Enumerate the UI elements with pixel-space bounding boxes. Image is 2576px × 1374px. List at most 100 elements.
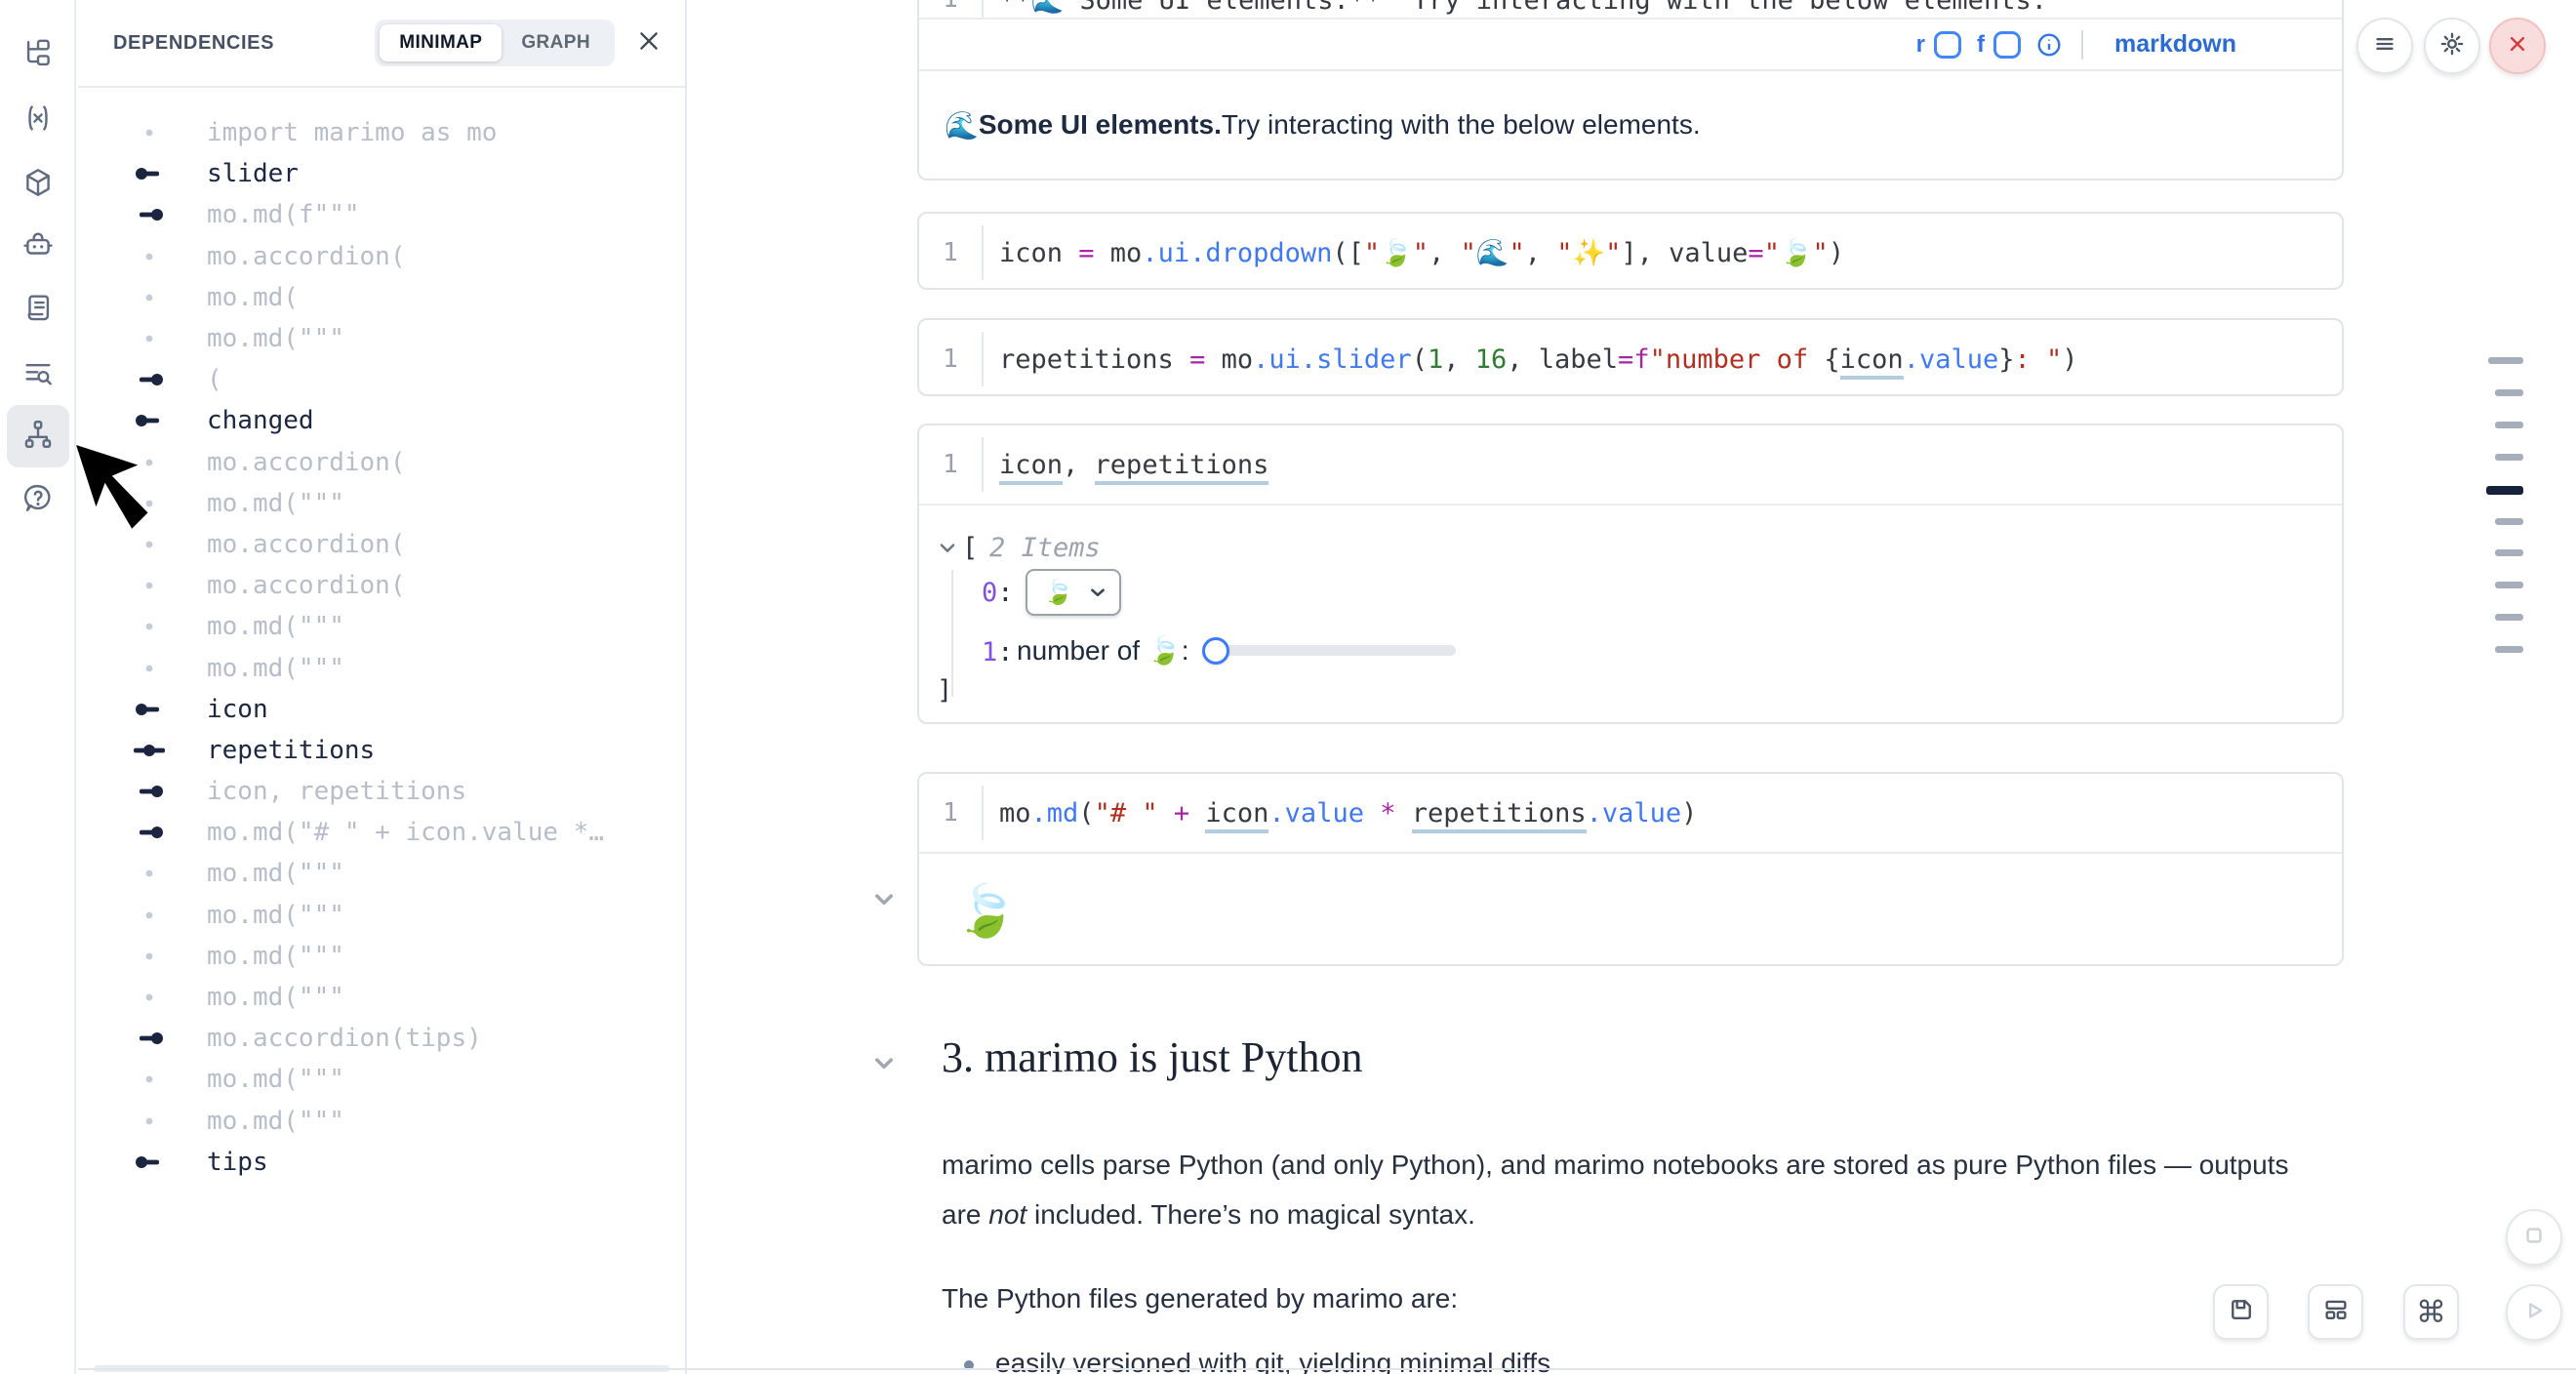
tree-open-bracket: [ — [962, 533, 978, 563]
dropdown-selected-value: 🍃 — [1043, 579, 1073, 607]
scroll-minimap-bar[interactable] — [2488, 357, 2523, 364]
scroll-minimap-bar[interactable] — [2495, 422, 2523, 428]
minimap-item-label: ( — [207, 365, 222, 394]
menu-button[interactable] — [2356, 18, 2413, 74]
f-checkbox-label: f — [1977, 31, 1985, 59]
minimap-item[interactable]: tips — [78, 1142, 685, 1183]
minimap-item-label: tips — [207, 1148, 268, 1177]
minimap-item[interactable]: mo.accordion(tips) — [78, 1018, 685, 1059]
minimap-item-label: mo.md("# " + icon.value *… — [207, 818, 604, 847]
line-number: 1 — [919, 798, 982, 828]
minimap-item[interactable]: slider — [78, 153, 685, 194]
minimap-item[interactable]: changed — [78, 400, 685, 441]
logs-button[interactable] — [7, 278, 69, 341]
code-line: **🌊 Some UI elements.** Try interacting … — [999, 0, 2047, 18]
minimap-item-label: icon — [207, 695, 268, 724]
left-icon-rail — [0, 0, 76, 1374]
marimo-app: DEPENDENCIES MINIMAP GRAPH import marimo… — [0, 0, 2576, 1374]
minimap-item[interactable]: mo.md(""" — [78, 1059, 685, 1100]
gear-icon — [2437, 29, 2467, 63]
run-button[interactable] — [2506, 1284, 2562, 1341]
scroll-minimap-bar[interactable] — [2495, 614, 2523, 621]
close-icon — [636, 28, 662, 59]
icon-dropdown-select[interactable]: 🍃 — [1026, 569, 1121, 616]
scroll-minimap-bar[interactable] — [2495, 582, 2523, 588]
minimap-item-label: mo.md(""" — [207, 983, 344, 1012]
minimap-item[interactable]: mo.md(""" — [78, 853, 685, 894]
save-button[interactable] — [2213, 1284, 2269, 1340]
minimap-item[interactable]: mo.accordion( — [78, 236, 685, 277]
cell-slider[interactable]: 1 repetitions = mo.ui.slider(1, 16, labe… — [917, 318, 2344, 396]
minimap-item-label: mo.md(""" — [207, 859, 344, 888]
cell-md-heading[interactable]: 1 mo.md("# " + icon.value * repetitions.… — [917, 772, 2344, 966]
cell-output-intro: 🌊 Some UI elements. Try interacting with… — [919, 71, 2342, 179]
minimap-item[interactable]: mo.md(""" — [78, 647, 685, 688]
dependencies-panel-header: DEPENDENCIES MINIMAP GRAPH — [78, 0, 685, 88]
minimap-item[interactable]: mo.md("# " + icon.value *… — [78, 812, 685, 853]
minimap-item[interactable]: icon — [78, 689, 685, 730]
gutter-divider — [982, 225, 984, 280]
scroll-minimap-bar[interactable] — [2495, 389, 2523, 396]
cell-tuple[interactable]: 1 icon, repetitions [ 2 Items 0: 🍃 1: nu… — [917, 424, 2344, 724]
minimap-item[interactable]: mo.accordion( — [78, 565, 685, 606]
gutter-divider — [982, 437, 984, 492]
scroll-minimap-bar-active[interactable] — [2486, 486, 2523, 495]
panel-close-button[interactable] — [636, 28, 662, 59]
scroll-minimap-bar[interactable] — [2495, 549, 2523, 556]
r-checkbox-label: r — [1916, 31, 1925, 59]
slider-thumb[interactable] — [1202, 637, 1229, 665]
info-icon[interactable] — [2036, 32, 2062, 58]
ai-assistant-button[interactable] — [7, 216, 69, 278]
output-collapse-chevron[interactable] — [871, 886, 897, 911]
minimap-item-label: mo.md(""" — [207, 489, 344, 518]
code-line: icon, repetitions — [999, 450, 1268, 480]
file-explorer-button[interactable] — [7, 25, 69, 88]
f-checkbox[interactable] — [1993, 31, 2021, 59]
outline-search-button[interactable] — [7, 344, 69, 406]
tree-row1-index: 1: — [982, 637, 1014, 667]
slider-track[interactable] — [1216, 645, 1456, 656]
section-collapse-chevron[interactable] — [871, 1050, 897, 1075]
shutdown-button[interactable] — [2489, 18, 2546, 74]
minimap-item[interactable]: mo.md(""" — [78, 606, 685, 647]
packages-button[interactable] — [7, 153, 69, 216]
minimap-item[interactable]: mo.md( — [78, 277, 685, 318]
r-checkbox[interactable] — [1934, 31, 1961, 59]
scroll-minimap-bar[interactable] — [2495, 646, 2523, 653]
minimap-item[interactable]: repetitions — [78, 730, 685, 771]
minimap-item[interactable]: mo.md(f""" — [78, 194, 685, 235]
variables-button[interactable] — [7, 89, 69, 151]
layout-button[interactable] — [2308, 1284, 2363, 1340]
minimap-item[interactable]: mo.md(""" — [78, 895, 685, 936]
minimap-item-label: repetitions — [207, 736, 375, 765]
minimap-item-label: mo.md(""" — [207, 901, 344, 930]
minimap-item[interactable]: mo.md(""" — [78, 1101, 685, 1142]
hamburger-icon — [2370, 29, 2399, 63]
tree-collapse-chevron[interactable] — [937, 537, 958, 563]
minimap-item-label: mo.md(""" — [207, 942, 344, 971]
keyboard-shortcuts-button[interactable]: ⌘ — [2403, 1284, 2459, 1340]
cell-dropdown[interactable]: 1 icon = mo.ui.dropdown(["🍃", "🌊", "✨"],… — [917, 212, 2344, 290]
minimap-item[interactable]: mo.md(""" — [78, 318, 685, 359]
settings-button[interactable] — [2424, 18, 2480, 74]
play-triangle-icon — [2519, 1296, 2549, 1330]
tab-minimap[interactable]: MINIMAP — [380, 24, 502, 61]
minimap-item[interactable]: ( — [78, 359, 685, 400]
minimap-item[interactable]: mo.md(""" — [78, 936, 685, 977]
tab-graph[interactable]: GRAPH — [502, 24, 610, 61]
footer-divider — [2081, 30, 2083, 60]
minimap-item[interactable]: import marimo as mo — [78, 112, 685, 153]
minimap-item[interactable]: icon, repetitions — [78, 771, 685, 812]
stop-button[interactable] — [2506, 1209, 2562, 1266]
dependencies-button[interactable] — [7, 405, 69, 467]
panel-title: DEPENDENCIES — [113, 32, 274, 55]
language-badge[interactable]: markdown — [2114, 30, 2236, 59]
md-heading-output: 🍃 — [919, 852, 2342, 968]
minimap-item[interactable]: mo.md(""" — [78, 977, 685, 1018]
cell-code-clipped[interactable]: 1 **🌊 Some UI elements.** Try interactin… — [919, 0, 2342, 18]
scroll-minimap-bar[interactable] — [2495, 518, 2523, 525]
scroll-minimap-bar[interactable] — [2495, 454, 2523, 461]
package-cube-icon — [21, 166, 55, 204]
output-rest-text: Try interacting with the below elements. — [1222, 109, 1701, 141]
help-button[interactable] — [7, 469, 69, 532]
